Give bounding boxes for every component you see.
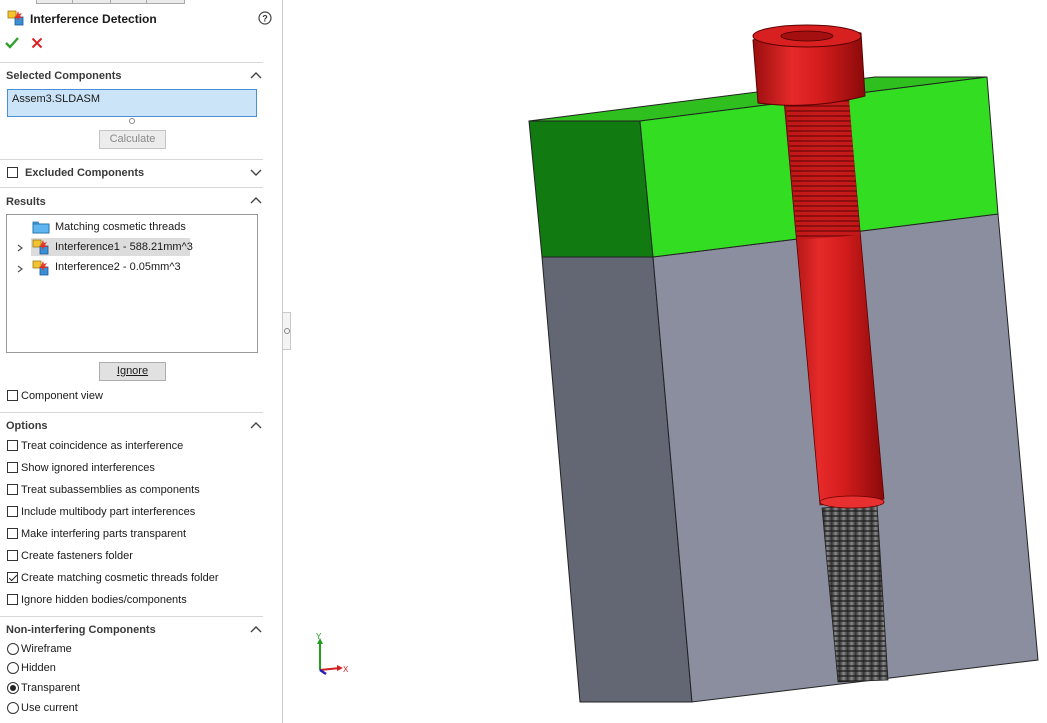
interference-icon	[32, 239, 50, 255]
result-item-interference1[interactable]: Interference1 - 588.21mm^3	[31, 238, 193, 256]
option-checkbox[interactable]	[7, 528, 18, 539]
chevron-up-icon[interactable]	[249, 625, 263, 635]
result-item-label: Interference1 - 588.21mm^3	[55, 241, 193, 253]
display-radio-label: Transparent	[21, 682, 80, 694]
option-checkbox[interactable]	[7, 462, 18, 473]
selected-component-item[interactable]: Assem3.SLDASM	[12, 93, 100, 105]
option-label: Create fasteners folder	[21, 550, 133, 562]
expand-arrow-icon[interactable]	[16, 264, 24, 273]
options-header: Options	[6, 420, 48, 432]
axis-triad-icon: Y X	[316, 632, 349, 676]
calculate-button-label: Calculate	[109, 133, 156, 145]
option-checkbox[interactable]	[7, 572, 18, 583]
tab-4[interactable]	[146, 0, 185, 4]
property-manager-panel: Interference Detection ? Selected Compon…	[0, 0, 283, 723]
display-radio[interactable]	[7, 643, 19, 655]
option-checkbox[interactable]	[7, 594, 18, 605]
option-checkbox[interactable]	[7, 550, 18, 561]
resize-handle-icon[interactable]	[129, 118, 135, 124]
expand-arrow-icon[interactable]	[16, 243, 24, 252]
results-list[interactable]: Matching cosmetic threads Interference1 …	[6, 214, 258, 353]
option-label: Ignore hidden bodies/components	[21, 594, 187, 606]
option-label: Include multibody part interferences	[21, 506, 196, 518]
chevron-down-icon[interactable]	[249, 167, 263, 177]
triad-x-label: X	[343, 665, 349, 674]
option-checkbox[interactable]	[7, 506, 18, 517]
tab-2[interactable]	[72, 0, 111, 4]
selected-components-list[interactable]: Assem3.SLDASM	[7, 89, 257, 117]
result-item-label: Interference2 - 0.05mm^3	[55, 261, 181, 273]
option-label: Create matching cosmetic threads folder	[21, 572, 219, 584]
option-checkbox[interactable]	[7, 440, 18, 451]
display-radio[interactable]	[7, 702, 19, 714]
display-radio-label: Hidden	[21, 662, 56, 674]
ignore-button[interactable]: Ignore	[99, 362, 166, 381]
excluded-components-label: Excluded Components	[25, 167, 145, 179]
excluded-components-checkbox[interactable]	[7, 167, 18, 178]
result-item-matching-threads[interactable]: Matching cosmetic threads	[31, 218, 191, 236]
check-icon[interactable]	[5, 36, 19, 50]
component-view-checkbox[interactable]	[7, 390, 18, 401]
calculate-button[interactable]: Calculate	[99, 130, 166, 149]
display-radio-label: Wireframe	[21, 643, 72, 655]
chevron-up-icon[interactable]	[249, 71, 263, 81]
ignore-button-label: Ignore	[116, 365, 149, 377]
panel-tabs	[0, 0, 185, 4]
folder-icon	[32, 219, 50, 234]
results-header: Results	[6, 196, 46, 208]
selected-components-header: Selected Components	[6, 70, 122, 82]
option-label: Make interfering parts transparent	[21, 528, 187, 540]
option-label: Treat subassemblies as components	[21, 484, 200, 496]
non-interfering-header: Non-interfering Components	[6, 624, 156, 636]
x-icon[interactable]	[31, 37, 43, 49]
svg-text:?: ?	[262, 14, 268, 24]
panel-collapse-handle[interactable]	[283, 312, 291, 350]
bolt-tip	[819, 495, 885, 509]
panel-title: Interference Detection	[30, 12, 157, 26]
chevron-up-icon[interactable]	[249, 421, 263, 431]
bolt-socket	[780, 30, 834, 42]
interference-icon	[32, 260, 50, 276]
component-view-label: Component view	[21, 390, 103, 402]
chevron-up-icon[interactable]	[249, 196, 263, 206]
help-circle-icon[interactable]: ?	[258, 11, 272, 25]
interference-detection-icon	[7, 10, 25, 26]
result-item-interference2[interactable]: Interference2 - 0.05mm^3	[31, 259, 191, 277]
triad-y-label: Y	[316, 632, 322, 641]
option-checkbox[interactable]	[7, 484, 18, 495]
option-label: Treat coincidence as interference	[21, 440, 184, 452]
top-block-left-face[interactable]	[528, 120, 654, 258]
graphics-viewport[interactable]	[291, 0, 1047, 723]
bolt-threaded-section[interactable]	[786, 98, 860, 240]
display-radio[interactable]	[7, 662, 19, 674]
tab-1[interactable]	[36, 0, 73, 4]
option-label: Show ignored interferences	[21, 462, 155, 474]
result-item-label: Matching cosmetic threads	[55, 221, 186, 233]
display-radio-label: Use current	[21, 702, 78, 714]
display-radio[interactable]	[7, 682, 19, 694]
tab-3[interactable]	[110, 0, 147, 4]
